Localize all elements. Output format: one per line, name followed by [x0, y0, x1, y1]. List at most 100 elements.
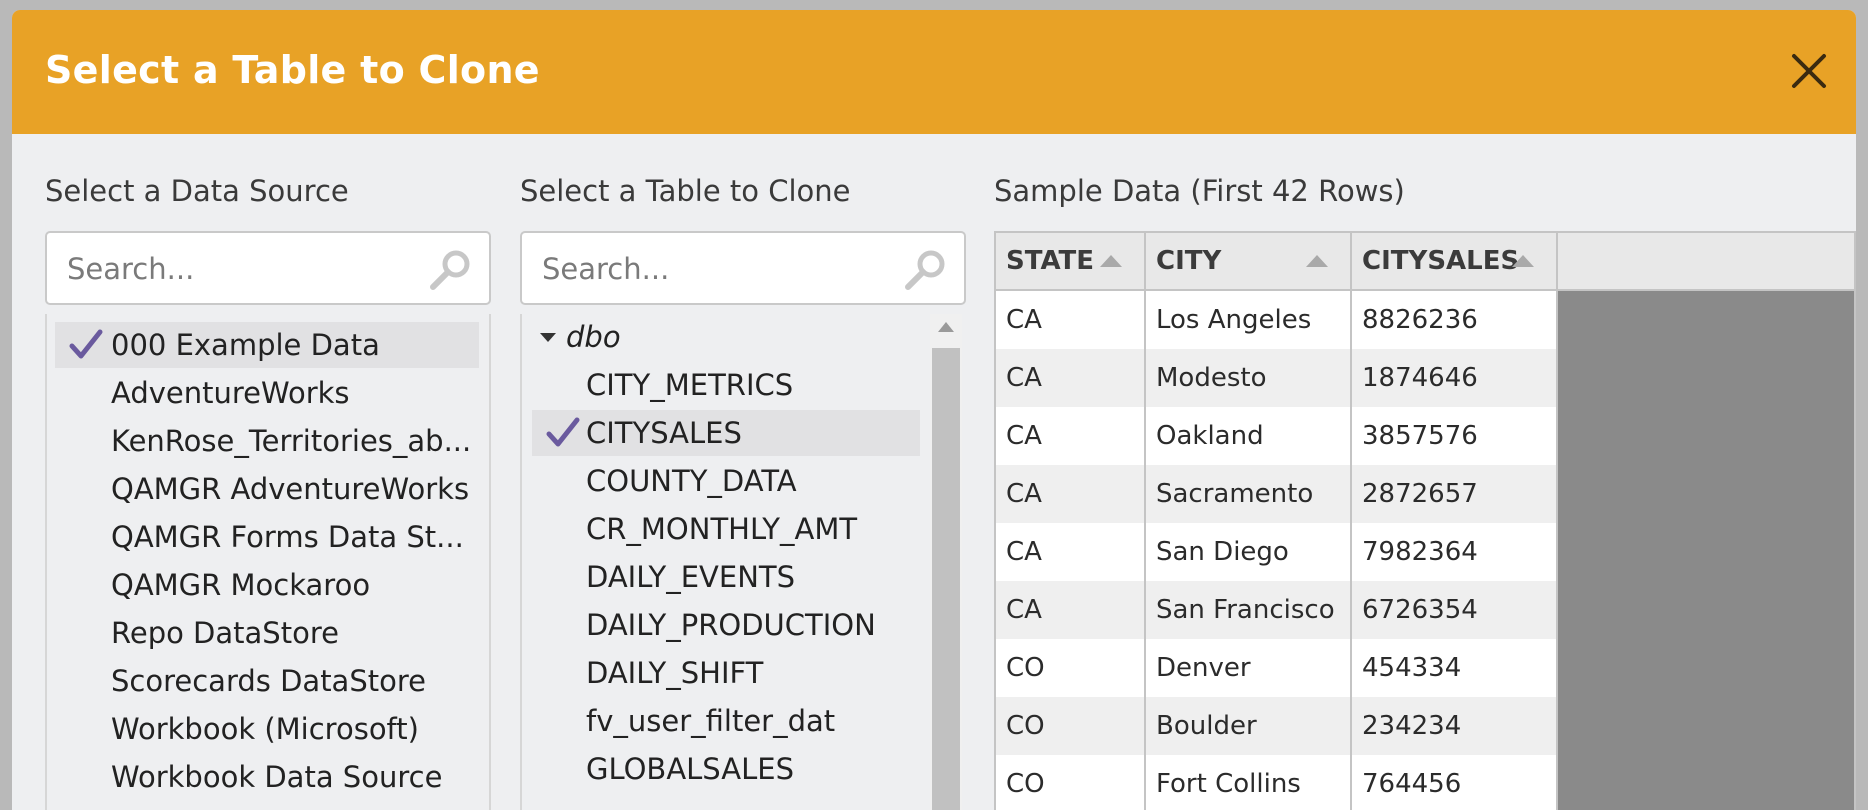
datasource-item-label: QAMGR Forms Data St... — [111, 520, 464, 554]
table-item[interactable]: CR_MONTHLY_AMT — [532, 506, 920, 552]
sort-ascending-icon[interactable] — [1306, 255, 1328, 267]
datasource-item-label: AdventureWorks — [111, 376, 350, 410]
tables-label: Select a Table to Clone — [520, 174, 851, 208]
sort-ascending-icon[interactable] — [1100, 255, 1122, 267]
sample-data-grid: STATE CITY CITYSALES CA Los Angeles 8826236 C… — [994, 231, 1856, 810]
datasource-item[interactable]: QAMGR AdventureWorks — [55, 466, 479, 512]
table-item-label: DAILY_EVENTS — [586, 560, 796, 594]
table-cell: San Diego — [1146, 523, 1352, 581]
datasource-item[interactable]: QAMGR Mockaroo — [55, 562, 479, 608]
grid-header: STATE CITY CITYSALES — [996, 233, 1854, 291]
datasource-search-input[interactable] — [65, 247, 399, 291]
datasource-label: Select a Data Source — [45, 174, 349, 208]
table-cell: 7982364 — [1352, 523, 1558, 581]
table-cell: Sacramento — [1146, 465, 1352, 523]
table-item-label: DAILY_PRODUCTION — [586, 608, 876, 642]
table-item-label: COUNTY_DATA — [586, 464, 797, 498]
column-header-label: CITY — [1156, 246, 1222, 276]
table-row: CA Oakland 3857576 — [996, 407, 1558, 465]
table-cell: 3857576 — [1352, 407, 1558, 465]
datasource-item[interactable]: Workbook (Microsoft) — [55, 706, 479, 752]
table-list: dbo CITY_METRICS CITYSALES COUNTY_DATA CR_M… — [520, 314, 966, 810]
table-item[interactable]: DAILY_SHIFT — [532, 650, 920, 696]
search-icon — [430, 250, 470, 290]
dialog-title: Select a Table to Clone — [45, 48, 540, 92]
table-cell: 234234 — [1352, 697, 1558, 755]
table-cell: CA — [996, 407, 1146, 465]
table-cell: CO — [996, 639, 1146, 697]
table-item[interactable]: DAILY_PRODUCTION — [532, 602, 920, 648]
table-row: CA San Diego 7982364 — [996, 523, 1558, 581]
scroll-thumb[interactable] — [932, 348, 960, 810]
datasource-item[interactable]: AdventureWorks — [55, 370, 479, 416]
datasource-item-label: Scorecards DataStore — [111, 664, 426, 698]
column-header-label: STATE — [1006, 246, 1095, 276]
close-icon — [1792, 54, 1826, 88]
checkmark-icon — [546, 417, 580, 447]
table-row: CO Fort Collins 764456 — [996, 755, 1558, 810]
table-row: CA Los Angeles 8826236 — [996, 291, 1558, 349]
clone-table-dialog: Select a Table to Clone Select a Data So… — [12, 10, 1856, 810]
datasource-item-label: KenRose_Territories_ab... — [111, 424, 472, 458]
table-item-label: DAILY_SHIFT — [586, 656, 764, 690]
column-header[interactable]: CITYSALES — [1352, 233, 1558, 289]
table-cell: 1874646 — [1352, 349, 1558, 407]
table-cell: 2872657 — [1352, 465, 1558, 523]
table-item-label: GLOBALSALES — [586, 752, 794, 786]
table-item[interactable]: DAILY_EVENTS — [532, 554, 920, 600]
datasource-item[interactable]: Repo DataStore — [55, 610, 479, 656]
table-item[interactable]: CITYSALES — [532, 410, 920, 456]
datasource-item[interactable]: KenRose_Territories_ab... — [55, 418, 479, 464]
scroll-up-arrow-icon[interactable] — [938, 322, 954, 332]
column-header[interactable]: CITY — [1146, 233, 1352, 289]
datasource-item[interactable]: Scorecards DataStore — [55, 658, 479, 704]
table-cell: CA — [996, 581, 1146, 639]
sort-ascending-icon[interactable] — [1512, 255, 1534, 267]
table-cell: CA — [996, 465, 1146, 523]
table-item[interactable]: fv_user_filter_dat — [532, 698, 920, 744]
table-cell: Oakland — [1146, 407, 1352, 465]
table-row: CO Denver 454334 — [996, 639, 1558, 697]
table-cell: 6726354 — [1352, 581, 1558, 639]
table-cell: CO — [996, 697, 1146, 755]
table-cell: CA — [996, 523, 1146, 581]
dialog-header: Select a Table to Clone — [12, 10, 1856, 134]
datasource-search-box[interactable] — [45, 231, 491, 305]
table-cell: CA — [996, 291, 1146, 349]
close-button[interactable] — [1788, 50, 1830, 92]
table-item[interactable]: CITY_METRICS — [532, 362, 920, 408]
table-item[interactable]: COUNTY_DATA — [532, 458, 920, 504]
datasource-item[interactable]: QAMGR Forms Data St... — [55, 514, 479, 560]
schema-label: dbo — [566, 320, 621, 354]
table-item-label: fv_user_filter_dat — [586, 704, 836, 738]
table-cell: Fort Collins — [1146, 755, 1352, 810]
table-cell: 8826236 — [1352, 291, 1558, 349]
table-list-scrollbar[interactable] — [930, 314, 962, 810]
datasource-item[interactable]: Workbook Data Source — [55, 754, 479, 800]
table-item-label: CR_MONTHLY_AMT — [586, 512, 858, 546]
datasource-item-label: Workbook (Microsoft) — [111, 712, 419, 746]
table-cell: CA — [996, 349, 1146, 407]
table-search-input[interactable] — [540, 247, 874, 291]
datasource-list: 000 Example Data AdventureWorks KenRose_Te… — [45, 314, 491, 810]
table-item-label: CITY_METRICS — [586, 368, 794, 402]
sample-data-label: Sample Data (First 42 Rows) — [994, 174, 1405, 208]
table-cell: San Francisco — [1146, 581, 1352, 639]
table-cell: CO — [996, 755, 1146, 810]
datasource-item-label: QAMGR AdventureWorks — [111, 472, 470, 506]
table-row: CA San Francisco 6726354 — [996, 581, 1558, 639]
datasource-item-label: Workbook Data Source — [111, 760, 443, 794]
table-item[interactable]: GLOBALSALES — [532, 746, 920, 792]
datasource-item-label: Repo DataStore — [111, 616, 339, 650]
table-cell: 454334 — [1352, 639, 1558, 697]
table-row: CA Modesto 1874646 — [996, 349, 1558, 407]
datasource-item-label: QAMGR Mockaroo — [111, 568, 371, 602]
table-item-label: CITYSALES — [586, 416, 742, 450]
column-header[interactable]: STATE — [996, 233, 1146, 289]
datasource-item-label: 000 Example Data — [111, 328, 380, 362]
table-cell: Boulder — [1146, 697, 1352, 755]
table-cell: Modesto — [1146, 349, 1352, 407]
datasource-item[interactable]: 000 Example Data — [55, 322, 479, 368]
table-search-box[interactable] — [520, 231, 966, 305]
table-cell: Denver — [1146, 639, 1352, 697]
